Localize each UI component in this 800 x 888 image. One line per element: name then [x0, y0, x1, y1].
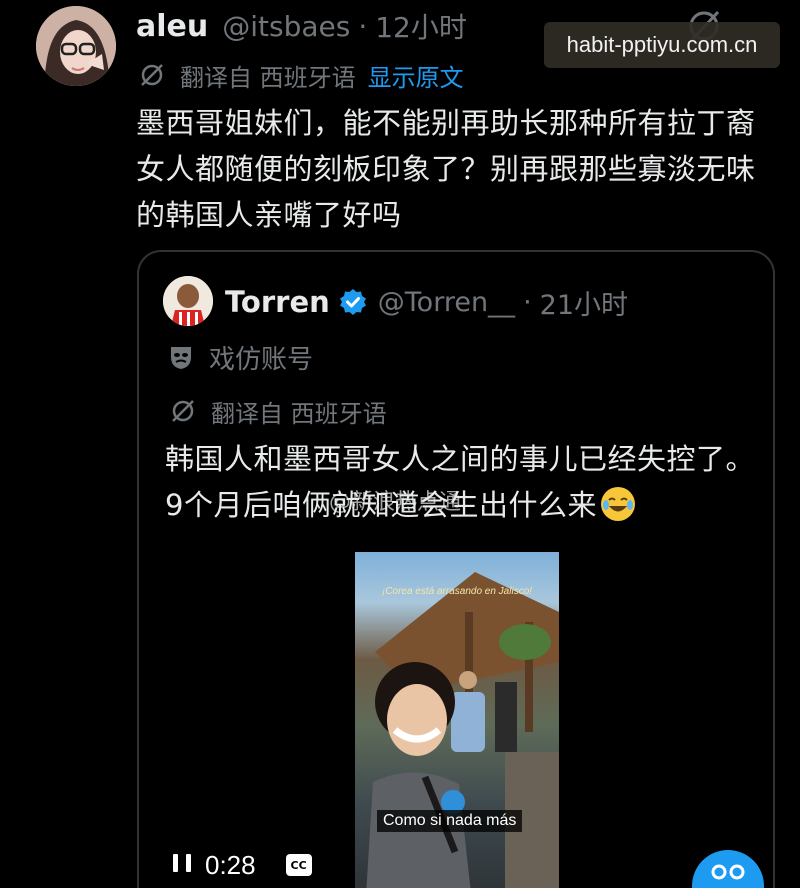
cc-icon[interactable]: CC — [285, 854, 312, 876]
site-watermark: habit-pptiyu.com.cn — [544, 22, 780, 68]
quoted-author-handle[interactable]: @Torren__ — [378, 287, 515, 318]
video-subtitle: Como si nada más — [377, 810, 523, 832]
translation-row: 翻译自 西班牙语 显示原文 — [138, 58, 464, 92]
quoted-text: 韩国人和墨西哥女人之间的事儿已经失控了。9个月后咱俩就知道会生出什么来 — [165, 436, 765, 528]
video-top-caption: ¡Corea está arrasando en Jalisco! — [381, 586, 533, 597]
translated-from-label: 翻译自 西班牙语 — [211, 399, 387, 428]
overlay-watermark: @新浪热点通 — [329, 490, 462, 515]
verified-badge-icon[interactable] — [338, 287, 368, 317]
separator-dot: · — [358, 9, 368, 43]
video-elapsed-time: 0:28 — [205, 849, 256, 880]
video-player[interactable]: ¡Corea está arrasando en Jalisco! Como s… — [355, 552, 559, 888]
quoted-author-name[interactable]: Torren — [225, 285, 330, 319]
floating-action-button[interactable] — [692, 850, 764, 888]
quoted-author-avatar[interactable] — [163, 276, 213, 326]
theater-mask-icon — [171, 347, 191, 369]
quoted-time[interactable]: 21小时 — [540, 283, 628, 322]
parody-account-label: 戏仿账号 — [167, 338, 313, 376]
translated-from-label: 翻译自 西班牙语 — [180, 63, 356, 92]
tears-of-joy-emoji-icon — [600, 487, 635, 521]
pause-icon[interactable] — [173, 854, 191, 876]
video-frame — [366, 572, 559, 888]
separator-dot: · — [523, 286, 532, 318]
author-avatar[interactable] — [36, 6, 116, 86]
quoted-tweet[interactable]: Torren @Torren__ · 21小时 戏仿账号 翻译自 西班牙语 韩国… — [137, 250, 775, 888]
video-controls: 0:28 CC — [173, 850, 312, 880]
translate-icon — [141, 64, 163, 86]
quoted-header: Torren @Torren__ · 21小时 — [225, 280, 628, 324]
compose-icon — [711, 864, 745, 880]
author-handle[interactable]: @itsbaes — [222, 10, 350, 43]
tweet-time[interactable]: 12小时 — [375, 6, 467, 46]
tweet-text: 墨西哥姐妹们，能不能别再助长那种所有拉丁裔女人都随便的刻板印象了？别再跟那些寡淡… — [136, 106, 756, 232]
tweet-header: aleu @itsbaes · 12小时 — [136, 4, 467, 48]
show-original-link[interactable]: 显示原文 — [368, 58, 464, 93]
translate-icon — [172, 400, 194, 422]
quoted-translation-row: 翻译自 西班牙语 — [169, 394, 387, 428]
author-name[interactable]: aleu — [136, 9, 208, 44]
parody-text: 戏仿账号 — [209, 344, 314, 375]
